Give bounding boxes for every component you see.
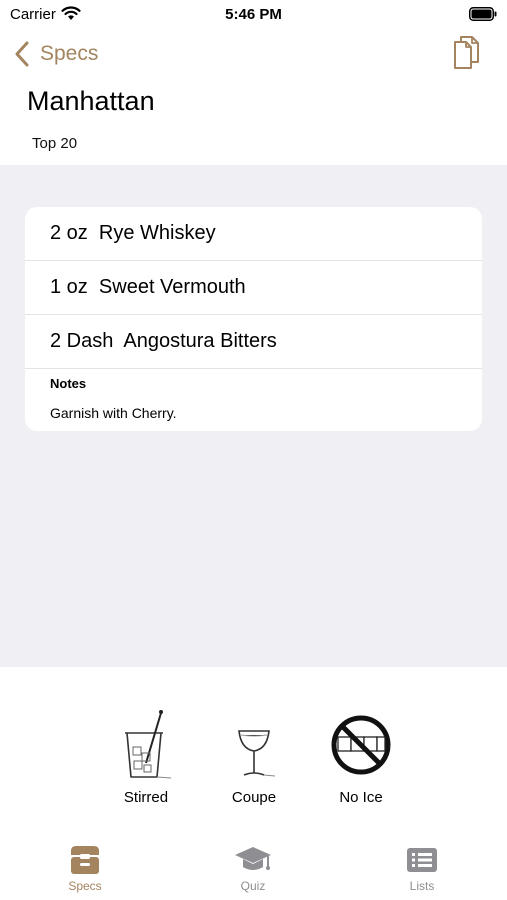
copy-icon[interactable]: [451, 35, 481, 71]
tab-bar: Specs Quiz Lists: [0, 843, 507, 900]
status-bar: Carrier 5:46 PM: [0, 0, 507, 30]
notes-text: Garnish with Cherry.: [50, 405, 177, 421]
method-label: No Ice: [339, 789, 383, 806]
ingredients-card: 2 oz Rye Whiskey 1 oz Sweet Vermouth 2 D…: [25, 207, 482, 431]
no-ice-icon: [331, 715, 391, 775]
ingredient-row: 2 Dash Angostura Bitters: [25, 315, 482, 369]
method-coupe: Coupe: [214, 707, 294, 806]
page-title: Manhattan: [27, 86, 155, 116]
method-label: Stirred: [123, 789, 169, 806]
method-stirred: Stirred: [106, 707, 186, 806]
chevron-left-icon: [15, 41, 29, 67]
tab-specs[interactable]: Specs: [45, 843, 125, 893]
tab-label: Lists: [409, 879, 435, 893]
tab-label: Quiz: [240, 879, 266, 893]
ingredient-row: 2 oz Rye Whiskey: [25, 207, 482, 261]
tab-label: Specs: [68, 879, 102, 893]
coupe-glass-icon: [238, 730, 276, 777]
graduation-cap-icon: [235, 847, 271, 870]
battery-icon: [469, 7, 497, 21]
navigation-bar: Specs: [0, 30, 507, 78]
back-button-label: Specs: [40, 42, 99, 65]
page-subtitle: Top 20: [32, 135, 78, 152]
tab-lists[interactable]: Lists: [382, 843, 462, 893]
back-button[interactable]: Specs: [14, 38, 98, 70]
spec-content-area: 2 oz Rye Whiskey 1 oz Sweet Vermouth 2 D…: [0, 165, 507, 667]
ingredient-row: 1 oz Sweet Vermouth: [25, 261, 482, 315]
notes-title: Notes: [50, 376, 87, 391]
list-icon: [407, 848, 437, 872]
tab-quiz[interactable]: Quiz: [213, 843, 293, 893]
status-time: 5:46 PM: [225, 6, 282, 23]
mixing-glass-icon: [125, 710, 172, 779]
method-no-ice: No Ice: [321, 707, 401, 806]
method-label: Coupe: [231, 789, 277, 806]
specs-box-icon: [71, 846, 99, 874]
